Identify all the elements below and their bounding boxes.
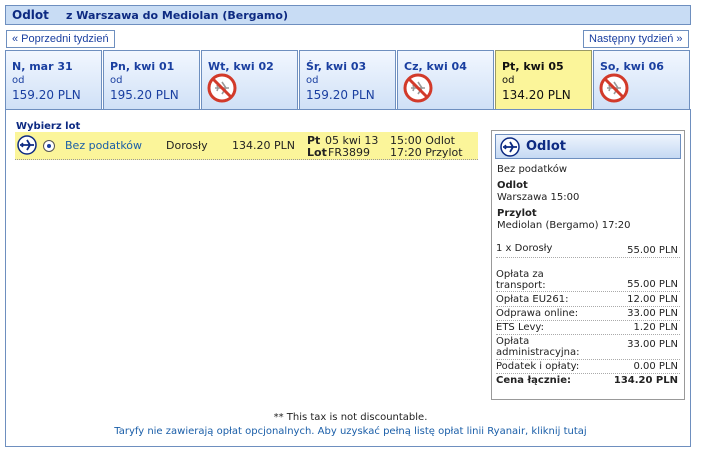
total-label: Cena łącznie:: [496, 375, 572, 386]
no-flights-icon: [599, 73, 629, 103]
fee-value: 33.00 PLN: [627, 308, 678, 319]
fee-value: 1.20 PLN: [633, 322, 678, 333]
tab-day-6-selected[interactable]: Pt, kwi 05 od 134.20 PLN: [495, 50, 592, 111]
tab-price: 134.20 PLN: [502, 88, 571, 102]
select-flight-label: Wybierz lot: [16, 121, 81, 132]
fee-value: 55.00 PLN: [627, 279, 678, 290]
fee-row: Podatek i opłaty: 0.00 PLN: [496, 361, 680, 374]
tab-day-1[interactable]: N, mar 31 od 159.20 PLN: [5, 50, 102, 110]
tab-from: od: [12, 75, 25, 86]
tab-date: Pn, kwi 01: [110, 60, 175, 73]
tab-day-4[interactable]: Śr, kwi 03 od 159.20 PLN: [299, 50, 396, 110]
fee-label: Podatek i opłaty:: [496, 361, 580, 372]
summary-passenger-value: 55.00 PLN: [627, 245, 678, 256]
fees-info-link[interactable]: Taryfy nie zawierają opłat opcjonalnych.…: [0, 426, 701, 437]
summary-header: Odlot: [495, 134, 681, 159]
tab-price: 195.20 PLN: [110, 88, 179, 102]
fee-value: 0.00 PLN: [633, 361, 678, 372]
fare-type: Bez podatków: [65, 139, 143, 152]
summary-departure-value: Warszawa 15:00: [497, 192, 580, 203]
tab-date: Śr, kwi 03: [306, 60, 367, 73]
fee-label: Odprawa online:: [496, 308, 579, 319]
tab-day-7[interactable]: So, kwi 06: [593, 50, 690, 110]
fee-value: 33.00 PLN: [627, 339, 678, 350]
summary-fare: Bez podatków: [497, 164, 568, 175]
fee-value: 12.00 PLN: [627, 294, 678, 305]
tab-date: Wt, kwi 02: [208, 60, 274, 73]
flight-radio-button[interactable]: [43, 140, 55, 152]
tab-from: od: [110, 75, 123, 86]
tab-price: 159.20 PLN: [306, 88, 375, 102]
flight-row[interactable]: Bez podatków Dorosły 134.20 PLN Pt 05 kw…: [15, 132, 478, 160]
flight-number: FR3899: [328, 146, 370, 159]
summary-passenger-row: 1 x Dorosły 55.00 PLN: [496, 243, 680, 258]
total-value: 134.20 PLN: [613, 375, 678, 386]
fee-label: Opłata za transport:: [496, 269, 546, 291]
no-flights-icon: [403, 73, 433, 103]
summary-passenger-label: 1 x Dorosły: [496, 243, 553, 254]
fee-label: ETS Levy:: [496, 322, 544, 333]
page-title: Odlot: [12, 8, 49, 22]
flight-price: 134.20 PLN: [232, 139, 295, 152]
summary-departure-label: Odlot: [497, 180, 528, 191]
fee-row: Odprawa online: 33.00 PLN: [496, 308, 680, 321]
fee-row: Opłata EU261: 12.00 PLN: [496, 294, 680, 307]
fee-row: Opłata administracyjna: 33.00 PLN: [496, 336, 680, 360]
booking-summary: Odlot Bez podatków Odlot Warszawa 15:00 …: [491, 130, 685, 400]
tab-day-3[interactable]: Wt, kwi 02: [201, 50, 298, 110]
plane-icon: [17, 135, 37, 155]
tab-price: 159.20 PLN: [12, 88, 81, 102]
tax-note: ** This tax is not discountable.: [273, 412, 428, 423]
summary-arrival-label: Przylot: [497, 208, 537, 219]
tab-from: od: [502, 75, 515, 86]
fee-row: Opłata za transport: 55.00 PLN: [496, 269, 680, 292]
route-label: z Warszawa do Mediolan (Bergamo): [66, 9, 288, 22]
tab-date: So, kwi 06: [600, 60, 664, 73]
fee-row: ETS Levy: 1.20 PLN: [496, 322, 680, 335]
passenger-type: Dorosły: [166, 139, 208, 152]
prev-week-button[interactable]: « Poprzedni tydzień: [6, 30, 115, 48]
no-flights-icon: [207, 73, 237, 103]
arrival-time: 17:20 Przylot: [390, 146, 463, 159]
tab-day-2[interactable]: Pn, kwi 01 od 195.20 PLN: [103, 50, 200, 110]
page-header: Odlot z Warszawa do Mediolan (Bergamo): [5, 5, 691, 25]
next-week-button[interactable]: Następny tydzień »: [583, 30, 689, 48]
tab-date: Pt, kwi 05: [502, 60, 564, 73]
tab-date: N, mar 31: [12, 60, 73, 73]
fee-label: Opłata EU261:: [496, 294, 569, 305]
tab-day-5[interactable]: Cz, kwi 04: [397, 50, 494, 110]
fee-label: Opłata administracyjna:: [496, 336, 580, 358]
total-row: Cena łącznie: 134.20 PLN: [496, 375, 680, 387]
summary-arrival-value: Mediolan (Bergamo) 17:20: [497, 220, 631, 231]
tab-from: od: [306, 75, 319, 86]
plane-icon: [500, 137, 520, 157]
flight-number-label: Lot: [307, 146, 327, 159]
tab-date: Cz, kwi 04: [404, 60, 467, 73]
summary-title: Odlot: [526, 139, 566, 154]
